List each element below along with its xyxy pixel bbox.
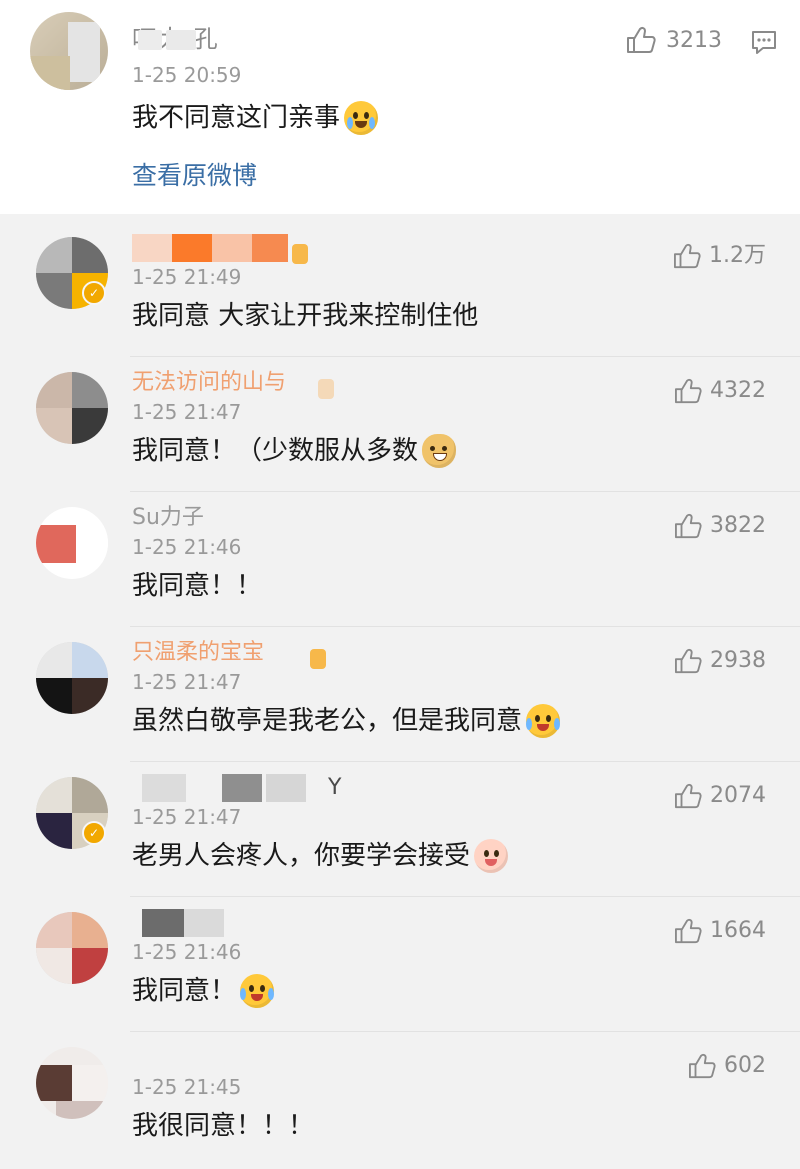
member-badge-icon (310, 649, 326, 669)
member-badge-icon (318, 379, 334, 399)
like-count: 1.2万 (709, 243, 766, 268)
comment-text: 我不同意这门亲事 (132, 98, 379, 138)
avatar[interactable] (30, 12, 108, 90)
crying-smile-emoji (240, 974, 275, 1008)
thumbs-up-icon (627, 26, 656, 53)
like-button[interactable]: 1664 (674, 917, 766, 945)
like-button[interactable]: 1.2万 (673, 242, 766, 270)
like-button[interactable]: 2074 (674, 782, 766, 810)
reply-text: 我同意！！ (132, 571, 263, 601)
avatar[interactable] (36, 507, 108, 579)
thumbs-up-icon (675, 783, 702, 809)
member-badge-icon (292, 244, 308, 264)
crying-smile-emoji (526, 704, 561, 738)
reply-time: 1-25 21:46 (132, 940, 242, 964)
like-button[interactable]: 2938 (674, 647, 766, 675)
dragon-emoji (474, 839, 509, 873)
avatar[interactable] (36, 642, 108, 714)
reply-text: 我很同意！！！ (132, 1111, 315, 1141)
like-count: 1664 (710, 918, 766, 943)
thumbs-up-icon (675, 648, 702, 674)
reply-item: 1-25 21:46 我同意！ 1664 (0, 897, 800, 1032)
thumbs-up-icon (675, 918, 702, 944)
user-name[interactable] (132, 909, 302, 937)
user-name[interactable] (132, 234, 302, 262)
reply-time: 1-25 21:45 (132, 1075, 242, 1099)
crying-face-emoji (344, 101, 379, 135)
view-original-link[interactable]: 查看原微博 (132, 156, 257, 196)
avatar[interactable] (36, 372, 108, 444)
reply-item: 1-25 21:45 我很同意！！！ 602 (0, 1032, 800, 1167)
reply-text: 我同意！ (132, 969, 275, 1013)
like-button[interactable]: 602 (688, 1052, 766, 1080)
verified-badge: ✓ (82, 281, 106, 305)
user-name[interactable]: 只温柔的宝宝 (132, 639, 302, 667)
user-name[interactable]: 无法访问的山与 (132, 369, 302, 397)
reply-text: 虽然白敬亭是我老公，但是我同意 (132, 699, 561, 743)
thumbs-up-icon (689, 1053, 716, 1079)
like-count: 3822 (710, 513, 766, 538)
reply-item: 无法访问的山与 1-25 21:47 我同意！（少数服从多数 4322 (0, 357, 800, 492)
like-button[interactable]: 3822 (674, 512, 766, 540)
reply-item: 只温柔的宝宝 1-25 21:47 虽然白敬亭是我老公，但是我同意 2938 (0, 627, 800, 762)
like-count: 4322 (710, 378, 766, 403)
thumbs-up-icon (674, 243, 701, 269)
reply-time: 1-25 21:49 (132, 265, 242, 289)
reply-item: ✓ 1-25 21:49 我同意 大家让开我来控制住他 1.2万 (0, 222, 800, 357)
thumbs-up-icon (675, 513, 702, 539)
like-button[interactable]: 4322 (674, 377, 766, 405)
like-count: 602 (724, 1053, 766, 1078)
user-name[interactable]: Y (132, 774, 372, 802)
reply-text: 老男人会疼人，你要学会接受 (132, 834, 509, 878)
user-name[interactable]: Su力子 (132, 504, 302, 532)
doge-emoji (422, 434, 457, 468)
reply-time: 1-25 21:46 (132, 535, 242, 559)
verified-badge: ✓ (82, 821, 106, 845)
user-name[interactable] (132, 1044, 302, 1072)
avatar[interactable] (36, 1047, 108, 1119)
reply-time: 1-25 21:47 (132, 805, 242, 829)
post-time: 1-25 20:59 (132, 63, 242, 87)
like-button[interactable]: 3213 (626, 26, 722, 54)
reply-time: 1-25 21:47 (132, 670, 242, 694)
like-count: 3213 (666, 27, 722, 53)
like-count: 2938 (710, 648, 766, 673)
reply-text: 我同意！（少数服从多数 (132, 429, 457, 473)
original-comment: 呵大 孔 1-25 20:59 我不同意这门亲事 查看原微博 3213 (0, 0, 800, 214)
reply-time: 1-25 21:47 (132, 400, 242, 424)
comment-icon[interactable] (750, 28, 778, 56)
reply-item: Su力子 1-25 21:46 我同意！！ 3822 (0, 492, 800, 627)
user-name[interactable]: 呵大 孔 (132, 24, 242, 54)
reply-item: ✓ Y 1-25 21:47 老男人会疼人，你要学会接受 2074 (0, 762, 800, 897)
avatar[interactable] (36, 912, 108, 984)
thumbs-up-icon (675, 378, 702, 404)
like-count: 2074 (710, 783, 766, 808)
reply-text: 我同意 大家让开我来控制住他 (132, 301, 479, 331)
